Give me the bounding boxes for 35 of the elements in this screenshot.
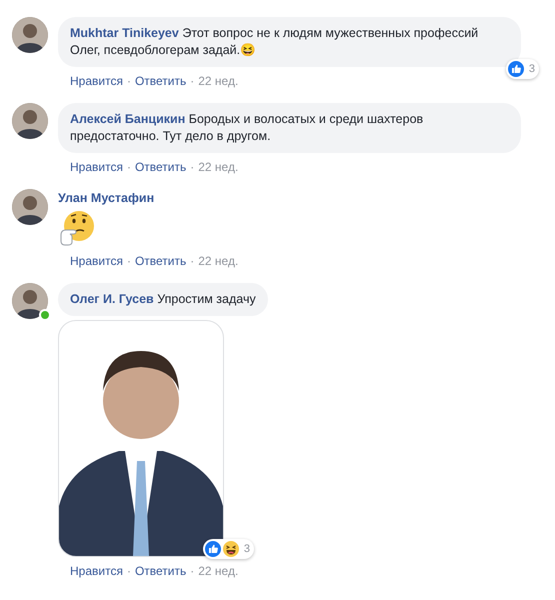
photo-placeholder[interactable]: [58, 320, 224, 557]
laughing-face-icon: [222, 540, 240, 558]
reaction-count: 3: [244, 543, 250, 555]
separator-dot: ·: [190, 73, 194, 89]
comment-time: 22 нед.: [198, 73, 238, 89]
like-link[interactable]: Нравится: [70, 253, 123, 269]
reply-link[interactable]: Ответить: [134, 563, 186, 579]
separator-dot: ·: [190, 159, 194, 175]
separator-dot: ·: [190, 253, 194, 269]
like-link[interactable]: Нравится: [70, 563, 123, 579]
like-link[interactable]: Нравится: [70, 159, 123, 175]
reaction-count: 3: [528, 62, 535, 76]
like-reaction-icon: [506, 60, 525, 78]
like-link[interactable]: Нравится: [70, 73, 123, 89]
reply-link[interactable]: Ответить: [134, 73, 186, 89]
avatar[interactable]: [12, 103, 48, 139]
reply-link[interactable]: Ответить: [134, 253, 186, 269]
avatar[interactable]: [12, 17, 48, 53]
author-name[interactable]: Улан Мустафин: [58, 189, 154, 209]
avatar[interactable]: [12, 189, 48, 225]
separator-dot: ·: [190, 563, 194, 579]
comment-text: Алексей Банцикин Бородых и волосатых и среди шахтеров предостаточно. Тут дело в другом.: [70, 112, 424, 143]
avatar[interactable]: [12, 283, 48, 319]
separator-dot: ·: [126, 159, 131, 175]
separator-dot: ·: [126, 563, 131, 579]
comment-time: 22 нед.: [198, 563, 238, 579]
like-reaction-icon: [204, 540, 222, 558]
reply-link[interactable]: Ответить: [134, 159, 186, 175]
thinking-face-sticker: [58, 209, 96, 247]
comment-time: 22 нед.: [198, 159, 238, 175]
separator-dot: ·: [126, 73, 131, 89]
separator-dot: ·: [126, 253, 131, 269]
comment-time: 22 нед.: [198, 253, 238, 269]
comment-text: Олег И. Гусев Упростим задачу: [70, 292, 256, 306]
comment-text: Mukhtar Tinikeyev Этот вопрос не к людям мужественных профессий Олег, псевдоблогерам задай.😆: [70, 26, 478, 57]
